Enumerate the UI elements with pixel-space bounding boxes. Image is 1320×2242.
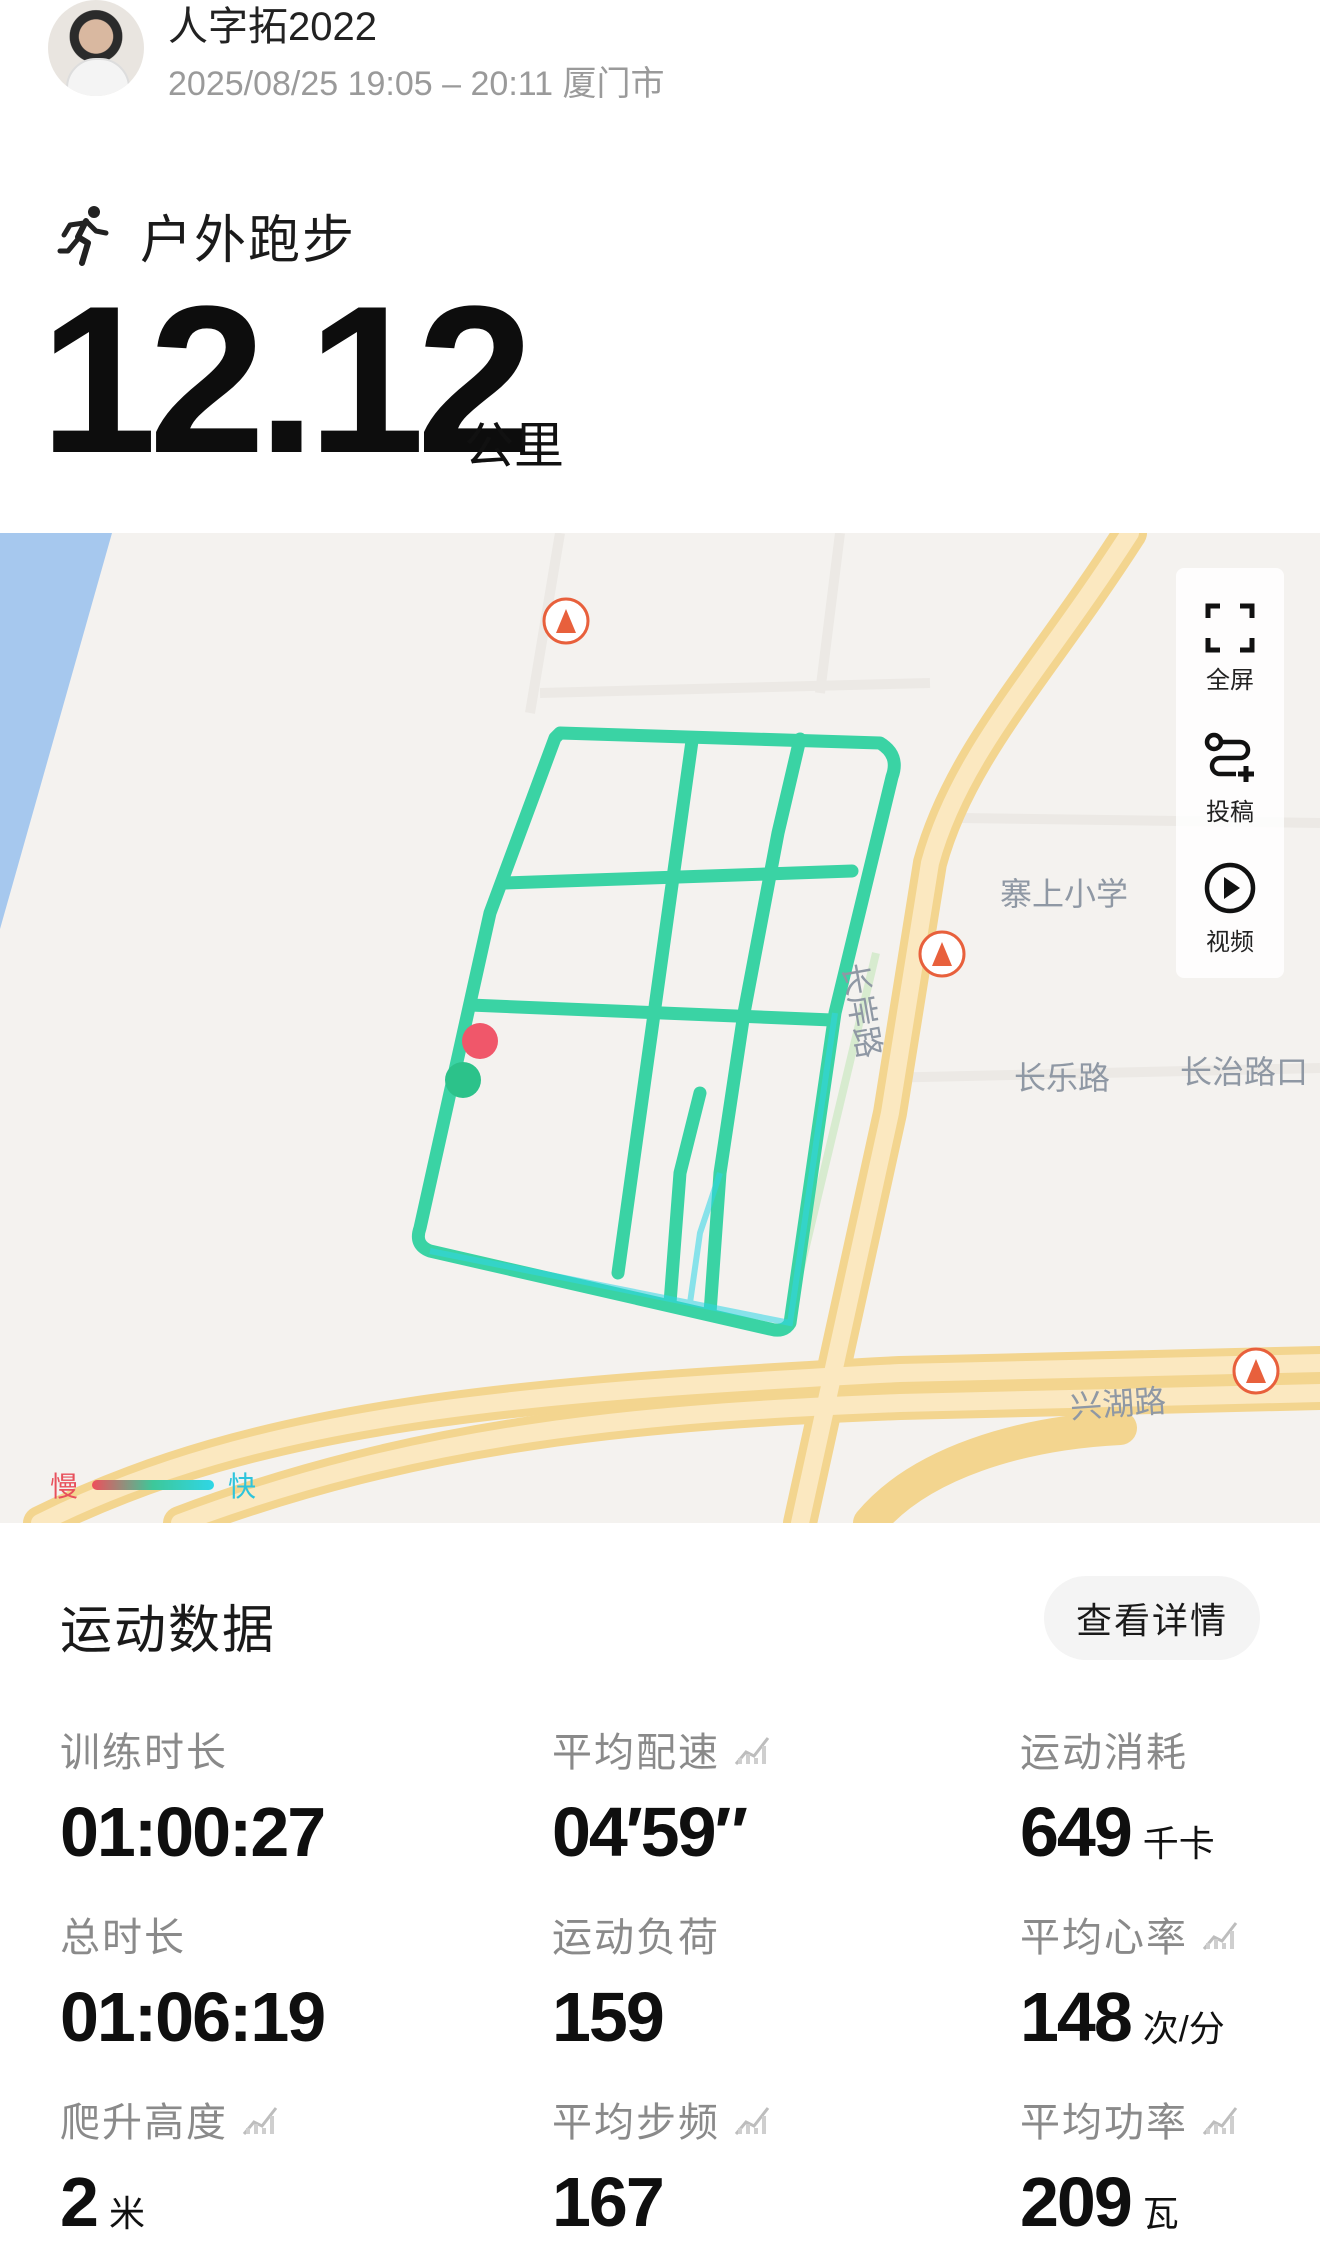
activity-time-location: 2025/08/25 19:05 – 20:11 厦门市 [168,65,665,103]
stat-total-duration: 总时长 01:06:19 [60,1905,326,2057]
post-button[interactable]: 投稿 [1176,730,1284,827]
chart-icon [1202,1922,1238,1950]
stat-label: 平均功率 [1020,2101,1188,2145]
section-title: 运动数据 [60,1602,277,1660]
stat-label: 运动消耗 [1020,1731,1188,1775]
video-label: 视频 [1206,929,1254,956]
fullscreen-label: 全屏 [1206,667,1254,694]
route-map-canvas[interactable] [0,533,1320,1523]
map-label-changzhi-road: 长治路口 [1180,1054,1309,1090]
construction-icon [542,597,590,645]
construction-icon [918,930,966,978]
activity-header: 人字拓2022 2025/08/25 19:05 – 20:11 厦门市 [0,0,1320,120]
stat-label: 爬升高度 [60,2101,228,2145]
stat-value: 209 [1020,2163,1133,2241]
route-share-icon [1204,732,1254,782]
stat-calories: 运动消耗 649 千卡 [1020,1720,1215,1872]
play-circle-icon [1204,862,1256,914]
water-area [0,533,112,929]
map-label-xinghu-road: 兴湖路 [1069,1382,1168,1426]
pace-legend: 慢 快 [50,1465,256,1505]
map-label-changle-road: 长乐路 [1014,1060,1111,1096]
stat-label: 总时长 [60,1916,186,1960]
stat-value: 01:06:19 [60,1978,326,2056]
route-map[interactable]: 寨上小学 长乐路 长治路口 兴湖路 长岸路 [0,533,1320,1523]
stat-label: 训练时长 [60,1731,228,1775]
stat-unit: 次/分 [1142,2008,1225,2049]
avatar[interactable] [48,0,144,96]
stat-label: 运动负荷 [552,1916,720,1960]
stat-training-load: 运动负荷 159 [552,1905,720,2057]
stat-elevation-gain[interactable]: 爬升高度 2米 [60,2090,280,2242]
username[interactable]: 人字拓2022 [168,0,377,52]
route-start-marker [445,1062,481,1098]
chart-icon [734,1737,770,1765]
map-label-school: 寨上小学 [1000,876,1129,912]
legend-fast-label: 快 [228,1471,257,1502]
stat-avg-power[interactable]: 平均功率 209 瓦 [1020,2090,1240,2242]
stat-value: 649 [1020,1793,1133,1871]
video-button[interactable]: 视频 [1176,860,1284,957]
stat-label: 平均配速 [552,1731,720,1775]
activity-type-row: 户外跑步 [56,200,356,270]
post-label: 投稿 [1206,799,1254,826]
fullscreen-button[interactable]: 全屏 [1176,602,1284,695]
fullscreen-icon [1205,603,1255,653]
chart-icon [1202,2107,1238,2135]
stat-value: 159 [552,1978,665,2056]
stat-value: 2 [60,2163,99,2241]
stat-value: 167 [552,2163,665,2241]
stat-training-duration: 训练时长 01:00:27 [60,1720,326,1872]
chart-icon [242,2107,278,2135]
stat-label: 平均步频 [552,2101,720,2145]
view-details-button[interactable]: 查看详情 [1044,1576,1260,1660]
stat-value: 01:00:27 [60,1793,326,1871]
stat-unit: 米 [108,2193,145,2234]
distance-value: 12.12 [40,262,534,497]
stat-value: 148 [1020,1978,1133,2056]
pace-gradient-bar [92,1480,215,1490]
stat-avg-heart-rate[interactable]: 平均心率 148 次/分 [1020,1905,1240,2057]
distance-unit: 公里 [464,418,564,474]
construction-icon [1232,1347,1280,1395]
running-person-icon [57,206,109,266]
stat-unit: 千卡 [1142,1823,1215,1864]
chart-icon [734,2107,770,2135]
map-controls: 全屏 投稿 视频 [1176,568,1284,978]
route-end-marker [462,1023,498,1059]
stat-avg-cadence[interactable]: 平均步频 167 [552,2090,772,2242]
stat-unit: 瓦 [1142,2193,1179,2234]
stat-value: 04′59″ [552,1793,748,1871]
stat-avg-pace[interactable]: 平均配速 04′59″ [552,1720,772,1872]
stat-label: 平均心率 [1020,1916,1188,1960]
legend-slow-label: 慢 [50,1471,79,1502]
